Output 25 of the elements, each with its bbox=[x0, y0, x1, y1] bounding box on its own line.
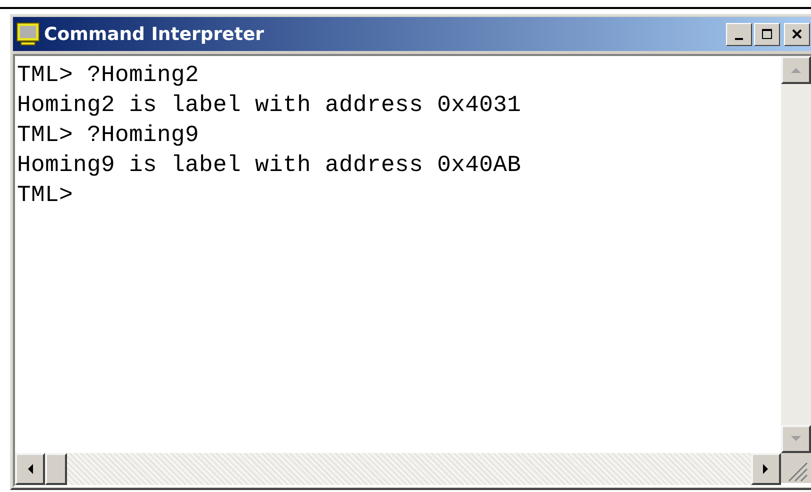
window-title: Command Interpreter bbox=[44, 24, 264, 44]
vertical-scrollbar[interactable] bbox=[781, 56, 811, 453]
right-arrow-icon bbox=[762, 463, 770, 475]
monitor-icon bbox=[16, 22, 40, 46]
close-icon bbox=[791, 28, 803, 40]
close-button[interactable] bbox=[784, 22, 810, 46]
scroll-left-button[interactable] bbox=[15, 453, 45, 485]
console-line: TML> ?Homing2 bbox=[17, 61, 200, 90]
maximize-button[interactable] bbox=[754, 22, 780, 46]
maximize-icon bbox=[761, 28, 773, 40]
resize-grip-icon[interactable] bbox=[781, 453, 811, 483]
minimize-icon bbox=[735, 38, 743, 40]
console-line: TML> bbox=[17, 181, 74, 210]
scroll-down-button[interactable] bbox=[781, 425, 811, 453]
scroll-up-button[interactable] bbox=[781, 56, 811, 84]
scroll-right-button[interactable] bbox=[751, 453, 781, 485]
up-arrow-icon bbox=[790, 66, 802, 74]
console-line: TML> ?Homing9 bbox=[17, 121, 200, 150]
console-line: Homing9 is label with address 0x40AB bbox=[17, 151, 522, 180]
horizontal-scrollbar[interactable] bbox=[15, 453, 781, 485]
scrollbar-thumb[interactable] bbox=[45, 453, 67, 485]
left-arrow-icon bbox=[26, 463, 34, 475]
console-line: Homing2 is label with address 0x4031 bbox=[17, 91, 522, 120]
down-arrow-icon bbox=[790, 435, 802, 443]
minimize-button[interactable] bbox=[726, 22, 752, 46]
